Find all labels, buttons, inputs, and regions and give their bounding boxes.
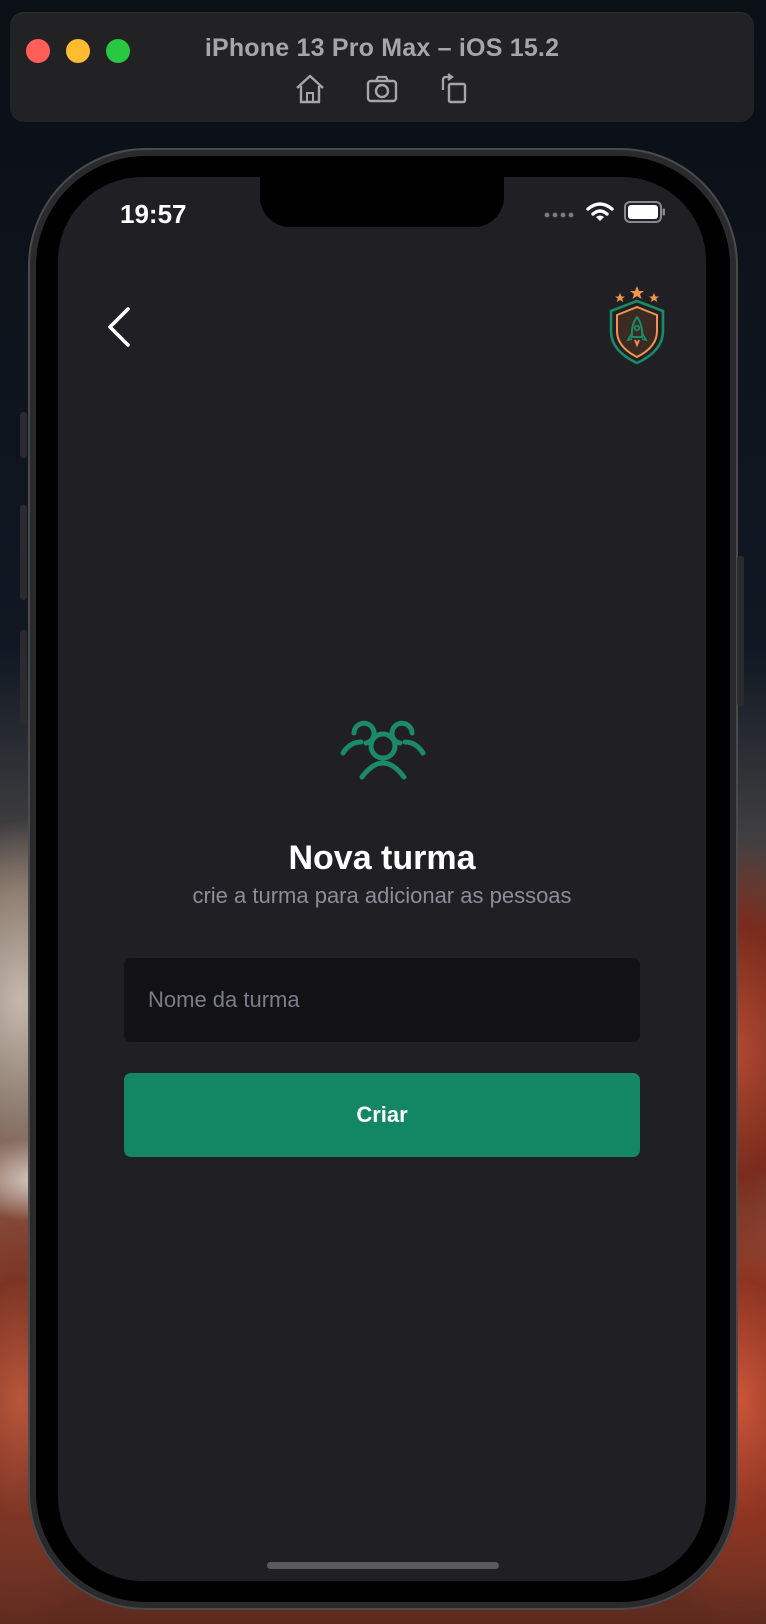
create-button[interactable]: Criar <box>124 1073 640 1157</box>
page-subtitle: crie a turma para adicionar as pessoas <box>192 883 572 908</box>
battery-icon <box>624 201 666 228</box>
status-icons <box>544 201 666 228</box>
home-indicator[interactable] <box>267 1562 499 1569</box>
simulator-toolbar <box>10 72 754 106</box>
users-three-icon <box>340 713 426 781</box>
rotate-icon[interactable] <box>437 72 471 106</box>
app-logo <box>606 285 668 365</box>
back-button[interactable] <box>102 305 142 349</box>
app-screen: 19:57 Nova turma crie a turma para adici… <box>58 177 706 1581</box>
simulator-title: iPhone 13 Pro Max – iOS 15.2 <box>204 34 560 62</box>
notch <box>260 177 504 227</box>
status-time: 19:57 <box>120 199 187 229</box>
page-title: Nova turma <box>288 839 476 877</box>
simulator-titlebar: iPhone 13 Pro Max – iOS 15.2 <box>10 12 754 122</box>
phone-side-button <box>20 412 27 458</box>
chevron-left-icon <box>102 307 142 353</box>
screenshot-icon[interactable] <box>365 72 399 106</box>
home-icon[interactable] <box>293 72 327 106</box>
shield-rocket-logo <box>609 286 665 365</box>
class-name-input[interactable] <box>124 958 640 1042</box>
phone-volume-down <box>20 630 27 725</box>
phone-power-button <box>737 556 744 706</box>
signal-dots-icon <box>544 206 576 224</box>
wifi-icon <box>586 201 614 228</box>
phone-volume-up <box>20 505 27 600</box>
